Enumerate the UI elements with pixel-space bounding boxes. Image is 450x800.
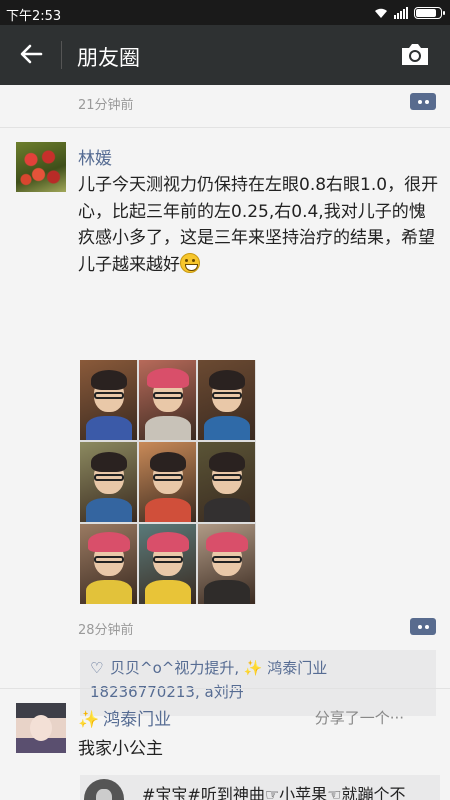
photo-hat [147,532,189,552]
glasses-icon [94,556,124,563]
photo-thumbnail[interactable] [198,360,255,440]
moments-feed[interactable]: 21分钟前 林媛 儿子今天测视力仍保持在左眼0.8右眼1.0，很开心，比起三年前… [0,85,450,800]
battery-icon [414,6,445,19]
photo-shirt [204,498,250,522]
status-icons [374,4,445,21]
glasses-icon [94,392,124,399]
photo-shirt [86,580,132,604]
glasses-icon [153,392,183,399]
photo-thumbnail[interactable] [198,524,255,604]
shared-link-card[interactable]: #宝宝#听到神曲☞小苹果☜就蹦个不 [80,775,440,800]
photo-grid [80,360,256,604]
link-thumbnail [84,779,124,800]
glasses-icon [153,474,183,481]
avatar[interactable] [16,703,66,753]
post-previous: 21分钟前 [0,85,450,127]
comment-icon[interactable] [410,93,436,110]
photo-shirt [86,416,132,440]
comment-icon[interactable] [410,618,436,635]
page-title: 朋友圈 [77,46,140,70]
photo-hat [206,532,248,552]
photo-shirt [145,580,191,604]
post-hongtai: ✨ 鸿泰门业 分享了一个··· 我家小公主 #宝宝#听到神曲☞小苹果☜就蹦个不 [0,689,450,800]
photo-thumbnail[interactable] [139,360,196,440]
glasses-icon [153,556,183,563]
post-text-content: 儿子今天测视力仍保持在左眼0.8右眼1.0，很开心，比起三年前的左0.25,右0… [78,175,439,275]
photo-shirt [204,580,250,604]
status-time: 下午2:53 [6,9,62,24]
photo-shirt [204,416,250,440]
photo-hair [150,452,186,472]
photo-thumbnail[interactable] [80,360,137,440]
wifi-icon [375,8,387,18]
glasses-icon [212,556,242,563]
author-name-text: 鸿泰门业 [103,710,172,730]
photo-shirt [86,498,132,522]
photo-thumbnail[interactable] [139,442,196,522]
photo-hair [91,370,127,390]
photo-shirt [145,416,191,440]
photo-hat [88,532,130,552]
battery-level [416,8,436,17]
signal-icon [394,6,408,19]
photo-shirt [145,498,191,522]
link-title: #宝宝#听到神曲☞小苹果☜就蹦个不 [142,785,406,800]
glasses-icon [212,474,242,481]
liker-names[interactable]: 贝贝^o^视力提升, ✨ 鸿泰门业 [110,659,327,677]
avatar[interactable] [16,142,66,192]
photo-hair [209,370,245,390]
photo-thumbnail[interactable] [80,524,137,604]
author-name[interactable]: ✨ 鸿泰门业 [78,705,171,730]
author-name[interactable]: 林媛 [78,144,112,169]
post-text: 儿子今天测视力仍保持在左眼0.8右眼1.0，很开心，比起三年前的左0.25,右0… [78,172,440,278]
share-label: 分享了一个··· [314,709,404,727]
camera-icon[interactable] [400,41,430,67]
sparkle-icon: ✨ [78,710,100,730]
post-text: 我家小公主 [78,739,163,759]
appbar-divider [61,41,62,69]
photo-thumbnail[interactable] [198,442,255,522]
likes-line-1: ♡ 贝贝^o^视力提升, ✨ 鸿泰门业 [90,656,426,680]
post-time: 28分钟前 [78,623,134,638]
photo-hair [91,452,127,472]
post-linyuan: 林媛 儿子今天测视力仍保持在左眼0.8右眼1.0，很开心，比起三年前的左0.25… [0,128,450,716]
status-bar: 下午2:53 [0,0,450,25]
glasses-icon [94,474,124,481]
photo-thumbnail[interactable] [139,524,196,604]
photo-hair [209,452,245,472]
photo-thumbnail[interactable] [80,442,137,522]
grinning-emoji-icon [180,252,200,273]
glasses-icon [212,392,242,399]
post-time: 21分钟前 [78,98,134,113]
back-arrow-icon[interactable] [16,39,46,69]
photo-hat [147,368,189,388]
app-bar: 朋友圈 [0,25,450,85]
heart-icon: ♡ [90,659,104,677]
